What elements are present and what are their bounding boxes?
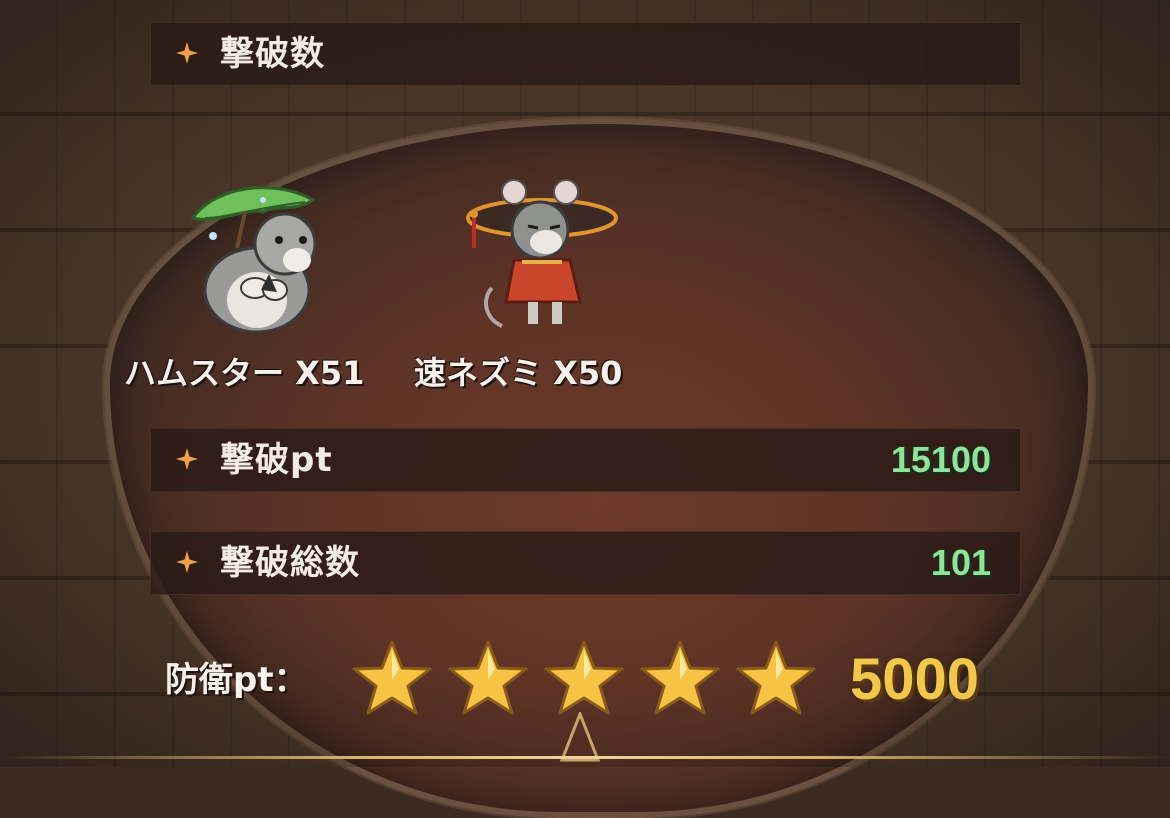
sparkle-icon [176,551,198,573]
kills-header-bar: 撃破数 [150,22,1021,86]
speed-rat-with-hat-icon [466,179,618,328]
total-kills-value: 101 [930,542,991,583]
total-kills-label: 撃破総数 [220,543,360,583]
kill-pt-bar: 撃破pt 15100 [150,428,1021,492]
bottom-divider [0,756,1170,759]
star-icon [736,640,816,715]
monster-name-hamster: ハムスター X51 [124,354,365,392]
kill-pt-label: 撃破pt [220,440,333,480]
star-icon [544,640,624,715]
bottom-ornament [560,712,600,762]
hamster-with-leaf-icon [190,186,317,334]
star-icon [352,640,432,715]
kills-label: 撃破数 [220,34,325,74]
defense-pt-label: 防衛pt： [165,660,308,700]
sparkle-icon [176,448,198,470]
defense-pt-value: 5000 [850,647,980,712]
kill-pt-value: 15100 [890,439,991,480]
star-icon [448,640,528,715]
total-kills-bar: 撃破総数 101 [150,531,1021,595]
monster-name-speed-rat: 速ネズミ X50 [414,354,623,392]
star-icon [640,640,720,715]
sparkle-icon [176,42,198,64]
